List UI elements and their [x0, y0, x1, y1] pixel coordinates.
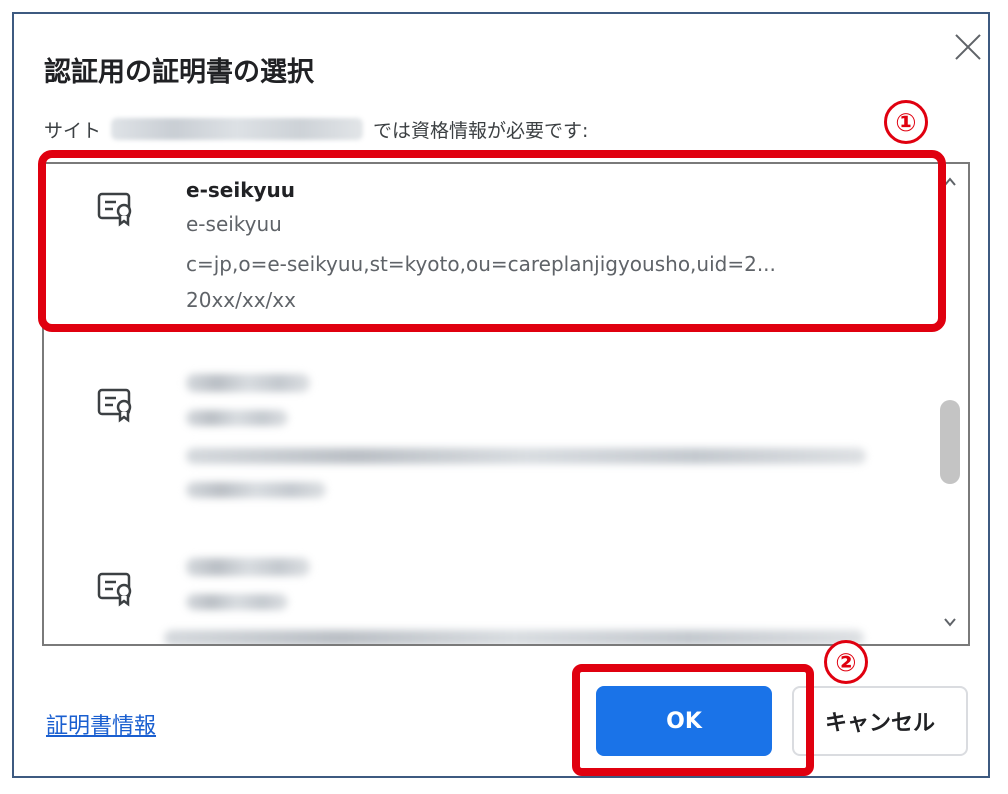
highlight-box-certificate: [38, 150, 946, 332]
certificate-item[interactable]: [44, 544, 924, 644]
step-marker-2: ②: [824, 640, 868, 684]
certificate-icon: [97, 572, 132, 607]
dialog-subtitle: サイト では資格情報が必要です:: [44, 114, 588, 144]
certificate-info-link[interactable]: 証明書情報: [46, 708, 156, 740]
redacted-text: [186, 448, 866, 464]
certificate-item[interactable]: [44, 360, 924, 540]
certificate-icon: [97, 388, 132, 423]
cancel-button[interactable]: キャンセル: [792, 686, 968, 756]
subtitle-suffix: では資格情報が必要です:: [373, 119, 589, 142]
subtitle-prefix: サイト: [44, 119, 102, 142]
chevron-down-icon[interactable]: [942, 614, 958, 630]
redacted-site-name: [111, 118, 364, 140]
redacted-text: [186, 410, 288, 426]
step-marker-1: ①: [884, 100, 928, 144]
close-icon[interactable]: [950, 28, 986, 64]
redacted-text: [186, 558, 310, 576]
redacted-text: [186, 594, 288, 610]
redacted-text: [186, 374, 310, 392]
redacted-text: [186, 482, 326, 498]
dialog-title: 認証用の証明書の選択: [44, 57, 314, 88]
scrollbar-thumb[interactable]: [940, 400, 960, 484]
highlight-box-ok: [572, 664, 814, 776]
redacted-text: [164, 630, 864, 644]
